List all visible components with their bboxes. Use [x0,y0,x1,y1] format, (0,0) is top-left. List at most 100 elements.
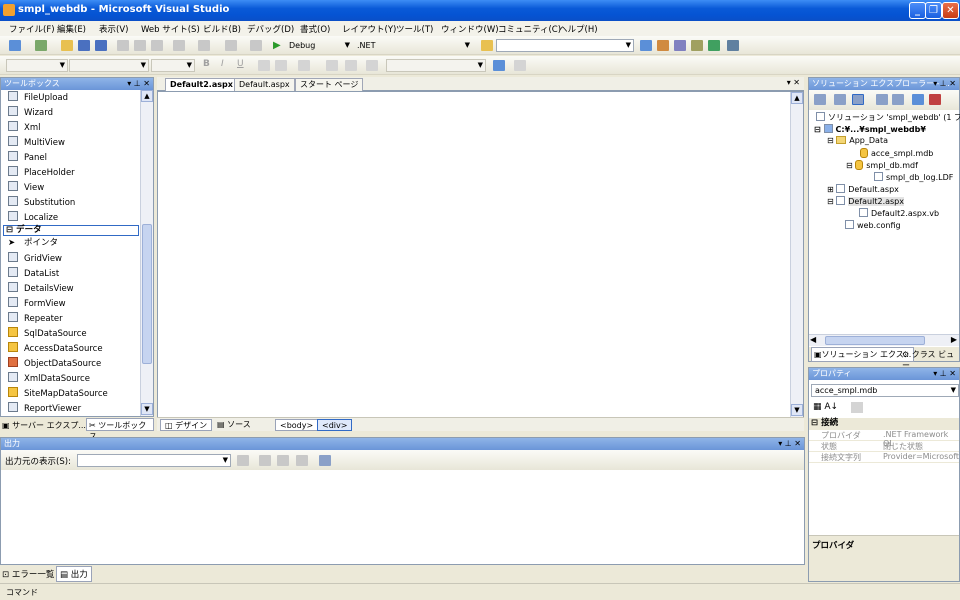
tab-toolbox[interactable]: ✂ ツールボックス [86,418,154,441]
scroll-thumb[interactable] [825,336,925,345]
tree-default2[interactable]: ⊟ Default2.aspx [827,196,904,206]
toolbox-item[interactable]: SqlDataSource [8,327,87,342]
tab-error-list[interactable]: ⊡ エラー一覧 [2,568,54,580]
redo-icon[interactable] [198,40,210,51]
toolbox-item[interactable]: Repeater [8,312,63,327]
find-in-files-icon[interactable] [481,40,493,51]
menu-debug[interactable]: デバッグ(D) [247,23,294,35]
find-icon[interactable] [640,40,652,51]
toolbox-item[interactable]: GridView [8,252,62,267]
tree-webconfig[interactable]: web.config [845,220,901,230]
align-icon[interactable] [298,60,310,71]
solution-hscrollbar[interactable]: ◀ ▶ [809,334,959,346]
copy-website-icon[interactable] [912,94,924,105]
tree-default2-vb[interactable]: Default2.aspx.vb [859,208,939,218]
style-combo[interactable]: ▼ [386,59,486,72]
underline-icon[interactable]: U [237,59,244,69]
platform-combo[interactable]: .NET ▼ [353,39,473,52]
toolbox-item[interactable]: ➤ ポインタ [8,237,58,252]
refresh-icon[interactable] [834,94,846,105]
config-combo[interactable]: Debug ▼ [285,39,353,52]
view-designer-icon[interactable] [892,94,904,105]
editor-scrollbar[interactable]: ▲ ▼ [790,92,803,417]
design-surface[interactable]: ▲ ▼ [157,91,804,418]
close-button[interactable]: ✕ [942,2,959,19]
find-combo[interactable]: ▼ [496,39,634,52]
object-browser-icon[interactable] [708,40,720,51]
save-icon[interactable] [78,40,90,51]
next-message-icon[interactable] [277,455,289,466]
maximize-button[interactable]: ❐ [925,2,942,19]
menu-build[interactable]: ビルド(B) [203,23,241,35]
numbered-list-icon[interactable] [326,60,338,71]
bullet-list-icon[interactable] [345,60,357,71]
show-all-icon[interactable] [852,94,864,105]
italic-icon[interactable]: I [221,59,224,69]
new-project-icon[interactable] [9,40,21,51]
property-row[interactable]: 状態 閉じた状態 [809,441,959,452]
toolbox-item[interactable]: SiteMapDataSource [8,387,108,402]
panel-controls[interactable]: ▾ ⊥ ✕ [933,78,956,90]
toolbox-item[interactable]: FormView [8,297,66,312]
property-row[interactable]: プロバイダ .NET Framework OL [809,430,959,448]
property-category[interactable]: ⊟ 接続 [809,418,959,430]
block-format-combo[interactable]: ▼ [6,59,68,72]
font-color-icon[interactable] [258,60,270,71]
toolbox-item[interactable]: Substitution [8,196,75,211]
toolbox-item[interactable]: XmlDataSource [8,372,90,387]
properties-icon[interactable] [674,40,686,51]
menu-view[interactable]: 表示(V) [99,23,128,35]
tree-mdb[interactable]: acce_smpl.mdb [860,148,933,158]
menu-layout[interactable]: レイアウト(Y) [342,23,396,35]
style-builder-icon[interactable] [493,60,505,71]
tab-start-page[interactable]: スタート ページ [295,78,364,91]
menu-tools[interactable]: ツール(T) [396,23,433,35]
copy-icon[interactable] [134,40,146,51]
property-pages-icon[interactable] [851,402,863,413]
paste-icon[interactable] [151,40,163,51]
toolbox-item[interactable]: View [8,181,44,196]
categorized-icon[interactable]: ▦ A↓ [813,402,838,412]
tab-controls[interactable]: ▾ ✕ [787,78,800,87]
start-page-icon[interactable] [727,40,739,51]
design-view-tab[interactable]: ◫ デザイン [160,419,213,431]
menu-file[interactable]: ファイル(F) [9,23,55,35]
menu-format[interactable]: 書式(O) [300,23,330,35]
panel-controls[interactable]: ▾ ⊥ ✕ [127,78,150,90]
navigate-forward-icon[interactable] [250,40,262,51]
toolbox-item[interactable]: AccessDataSource [8,342,103,357]
tree-app-data[interactable]: ⊟ App_Data [827,136,888,145]
output-source-combo[interactable]: ▼ [77,454,231,467]
add-item-icon[interactable] [35,40,47,51]
toolbox-item[interactable]: ReportViewer [8,402,81,417]
toolbox-item[interactable]: PlaceHolder [8,166,75,181]
panel-controls[interactable]: ▾ ⊥ ✕ [778,438,801,450]
menu-community[interactable]: コミュニティ(C) [498,23,561,35]
tab-default[interactable]: Default.aspx [234,78,295,91]
toolbox-item[interactable]: Localize [8,211,58,226]
scroll-up-icon[interactable]: ▲ [141,90,153,102]
scroll-right-icon[interactable]: ▶ [951,335,957,344]
output-text-area[interactable] [1,470,804,564]
cut-icon[interactable] [117,40,129,51]
open-icon[interactable] [61,40,73,51]
source-view-tab[interactable]: ▤ ソース [213,419,255,431]
scroll-left-icon[interactable]: ◀ [810,335,816,344]
absolute-position-icon[interactable] [366,60,378,71]
panel-controls[interactable]: ▾ ⊥ ✕ [933,368,956,380]
scroll-down-icon[interactable]: ▼ [141,403,153,415]
tab-default2[interactable]: Default2.aspx [165,78,238,91]
toolbox-scrollbar[interactable]: ▲ ▼ [140,90,153,416]
tree-solution[interactable]: ソリューション 'smpl_webdb' (1 プロジ [816,112,960,123]
hyperlink-icon[interactable] [514,60,526,71]
highlight-icon[interactable] [275,60,287,71]
tab-solution-explorer[interactable]: ▣ソリューション エクス... [811,347,915,362]
scroll-up-icon[interactable]: ▲ [791,92,803,104]
undo-icon[interactable] [173,40,185,51]
font-name-combo[interactable]: ▼ [69,59,149,72]
bold-icon[interactable]: B [203,59,210,69]
navigate-back-icon[interactable] [225,40,237,51]
tag-body[interactable]: <body> [275,419,319,431]
prev-message-icon[interactable] [259,455,271,466]
minimize-button[interactable]: _ [909,2,926,19]
